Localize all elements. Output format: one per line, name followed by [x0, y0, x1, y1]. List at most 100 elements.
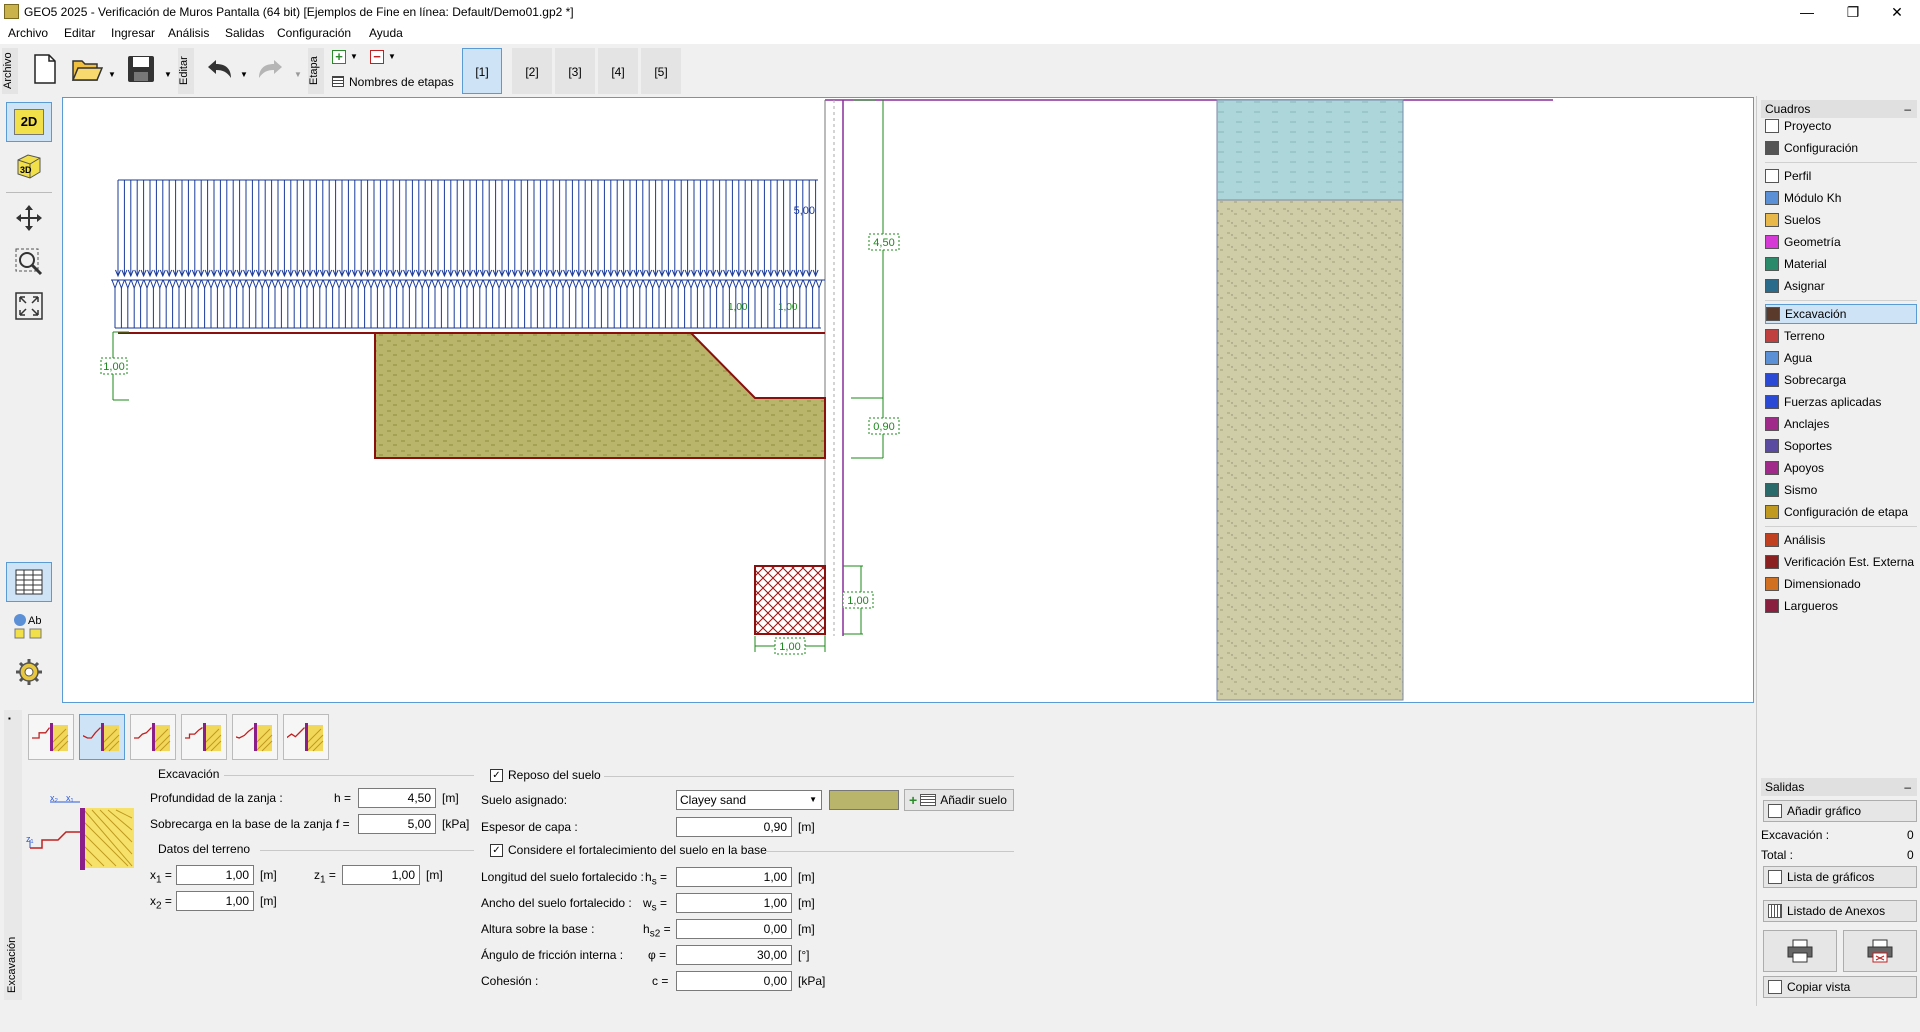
excavation-type-button-2[interactable] — [79, 714, 125, 760]
frame-item-label: Dimensionado — [1784, 577, 1861, 591]
thickness-input[interactable]: 0,90 — [676, 817, 792, 837]
x2-input[interactable]: 1,00 — [176, 891, 254, 911]
menu-ingresar[interactable]: Ingresar — [111, 26, 155, 40]
frame-item-label: Análisis — [1784, 533, 1826, 547]
stage-tab-4[interactable]: [4] — [598, 48, 638, 94]
frame-item-walers[interactable]: Largueros — [1765, 596, 1917, 616]
add-stage-icon[interactable]: + — [332, 50, 346, 64]
stage-tab-1[interactable]: [1] — [462, 48, 502, 94]
add-stage-dropdown-icon[interactable]: ▼ — [350, 52, 358, 61]
assigned-soil-select[interactable]: Clayey sand ▼ — [676, 790, 822, 810]
stage-names-button[interactable]: Nombres de etapas — [349, 75, 454, 89]
frame-item-anchors[interactable]: Anclajes — [1765, 414, 1917, 434]
frame-item-surcharge[interactable]: Sobrecarga — [1765, 370, 1917, 390]
add-graph-button[interactable]: Añadir gráfico — [1763, 800, 1917, 822]
excavation-type-icon — [287, 723, 324, 752]
frame-item-document[interactable]: Proyecto — [1765, 116, 1917, 136]
frame-item-geometry[interactable]: Geometría — [1765, 232, 1917, 252]
table-view-button[interactable] — [6, 562, 52, 602]
menu-analisis[interactable]: Análisis — [168, 26, 209, 40]
width-input[interactable]: 1,00 — [676, 893, 792, 913]
excavation-type-button-4[interactable] — [181, 714, 227, 760]
copy-view-button[interactable]: Copiar vista — [1763, 976, 1917, 998]
profile-water-layer — [1216, 99, 1404, 201]
add-soil-button[interactable]: + Añadir suelo — [904, 789, 1014, 811]
frame-item-external-stability[interactable]: Verificación Est. Externa — [1765, 552, 1917, 572]
print-preview-button[interactable] — [1843, 930, 1917, 972]
frame-item-water[interactable]: Agua — [1765, 348, 1917, 368]
menu-archivo[interactable]: Archivo — [8, 26, 48, 40]
pin-icon[interactable]: ▪ — [8, 714, 11, 723]
undo-dropdown-icon[interactable]: ▼ — [240, 70, 248, 79]
minimize-button[interactable]: — — [1784, 0, 1830, 24]
frame-item-analysis[interactable]: Análisis — [1765, 530, 1917, 550]
frame-item-assign[interactable]: Asignar — [1765, 276, 1917, 296]
frame-item-excavation[interactable]: Excavación — [1765, 304, 1917, 324]
frame-item-label: Verificación Est. Externa — [1784, 555, 1915, 569]
menu-configuracion[interactable]: Configuración — [277, 26, 351, 40]
cohesion-input[interactable]: 0,00 — [676, 971, 792, 991]
restore-button[interactable]: ❐ — [1830, 0, 1876, 24]
collapse-icon: – — [1904, 102, 1911, 116]
stage-tab-2[interactable]: [2] — [512, 48, 552, 94]
remove-stage-icon[interactable]: − — [370, 50, 384, 64]
graph-list-button[interactable]: Lista de gráficos — [1763, 866, 1917, 888]
frame-item-supports[interactable]: Apoyos — [1765, 458, 1917, 478]
redo-button[interactable] — [254, 52, 288, 86]
zoom-extents-button[interactable] — [6, 286, 52, 326]
save-dropdown-icon[interactable]: ▼ — [164, 70, 172, 79]
undo-button[interactable] — [202, 52, 236, 86]
strengthening-checkbox[interactable]: ✓ — [490, 844, 503, 857]
save-button[interactable] — [124, 52, 158, 86]
frame-item-dimensioning[interactable]: Dimensionado — [1765, 574, 1917, 594]
frame-item-earthquake[interactable]: Sismo — [1765, 480, 1917, 500]
frame-item-soils[interactable]: Suelos — [1765, 210, 1917, 230]
menu-salidas[interactable]: Salidas — [225, 26, 264, 40]
close-button[interactable]: ✕ — [1874, 0, 1920, 24]
frame-item-forces[interactable]: Fuerzas aplicadas — [1765, 392, 1917, 412]
menu-ayuda[interactable]: Ayuda — [369, 26, 403, 40]
redo-dropdown-icon[interactable]: ▼ — [294, 70, 302, 79]
frame-item-modulus[interactable]: Módulo Kh — [1765, 188, 1917, 208]
excavation-type-button-5[interactable] — [232, 714, 278, 760]
frame-item-profile[interactable]: Perfil — [1765, 166, 1917, 186]
open-file-button[interactable] — [70, 52, 104, 86]
print-button[interactable] — [1763, 930, 1837, 972]
frame-item-stage-settings[interactable]: Configuración de etapa — [1765, 502, 1917, 522]
stage-tab-3[interactable]: [3] — [555, 48, 595, 94]
x1-input[interactable]: 1,00 — [176, 865, 254, 885]
x2-unit: [m] — [260, 894, 277, 908]
reposo-checkbox[interactable]: ✓ — [490, 769, 503, 782]
friction-angle-input[interactable]: 30,00 — [676, 945, 792, 965]
sketch-x2-label: x₂ — [50, 796, 59, 803]
surcharge-input[interactable]: 5,00 — [358, 814, 436, 834]
length-input[interactable]: 1,00 — [676, 867, 792, 887]
excavation-type-button-1[interactable] — [28, 714, 74, 760]
frame-item-gear[interactable]: Configuración — [1765, 138, 1917, 158]
legend-button[interactable]: Ab — [6, 606, 52, 646]
open-dropdown-icon[interactable]: ▼ — [108, 70, 116, 79]
view-3d-button[interactable]: 3D — [6, 146, 52, 186]
depth-input[interactable]: 4,50 — [358, 788, 436, 808]
frame-item-props[interactable]: Soportes — [1765, 436, 1917, 456]
cohesion-label: Cohesión : — [481, 974, 539, 988]
view-2d-button[interactable]: 2D — [6, 102, 52, 142]
new-file-button[interactable] — [28, 52, 62, 86]
drawing-canvas[interactable]: 5,00 1,00 1,00 1,00 4,50 0,90 1,00 1,00 — [62, 97, 1754, 703]
remove-stage-dropdown-icon[interactable]: ▼ — [388, 52, 396, 61]
dim-layer-label: 0,90 — [873, 421, 894, 433]
annex-list-button[interactable]: Listado de Anexos — [1763, 900, 1917, 922]
z1-input[interactable]: 1,00 — [342, 865, 420, 885]
dim-left-label: 1,00 — [103, 361, 124, 373]
excavation-type-button-3[interactable] — [130, 714, 176, 760]
frame-item-material[interactable]: Material — [1765, 254, 1917, 274]
stage-tab-5[interactable]: [5] — [641, 48, 681, 94]
zoom-button[interactable] — [6, 242, 52, 282]
settings-button[interactable] — [6, 652, 52, 692]
height-input[interactable]: 0,00 — [676, 919, 792, 939]
table-icon — [15, 569, 43, 595]
frame-item-terrain[interactable]: Terreno — [1765, 326, 1917, 346]
menu-editar[interactable]: Editar — [64, 26, 95, 40]
excavation-type-button-6[interactable] — [283, 714, 329, 760]
pan-button[interactable] — [6, 198, 52, 238]
